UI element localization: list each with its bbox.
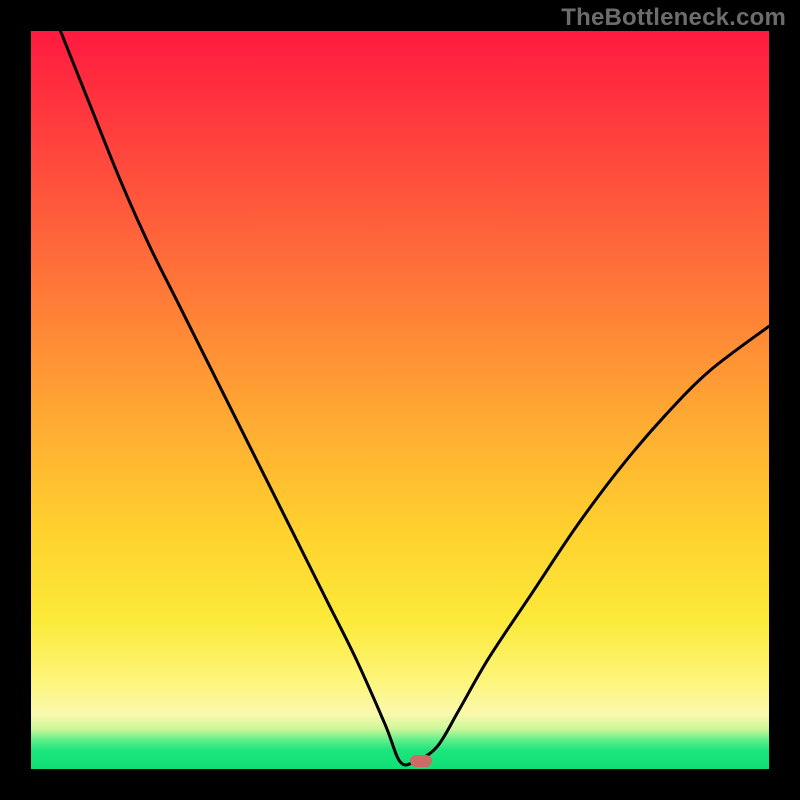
optimal-point-marker bbox=[410, 755, 432, 767]
bottleneck-curve bbox=[31, 31, 769, 769]
plot-area bbox=[31, 31, 769, 769]
curve-path bbox=[61, 31, 770, 765]
chart-frame: TheBottleneck.com bbox=[0, 0, 800, 800]
watermark-text: TheBottleneck.com bbox=[561, 4, 786, 32]
